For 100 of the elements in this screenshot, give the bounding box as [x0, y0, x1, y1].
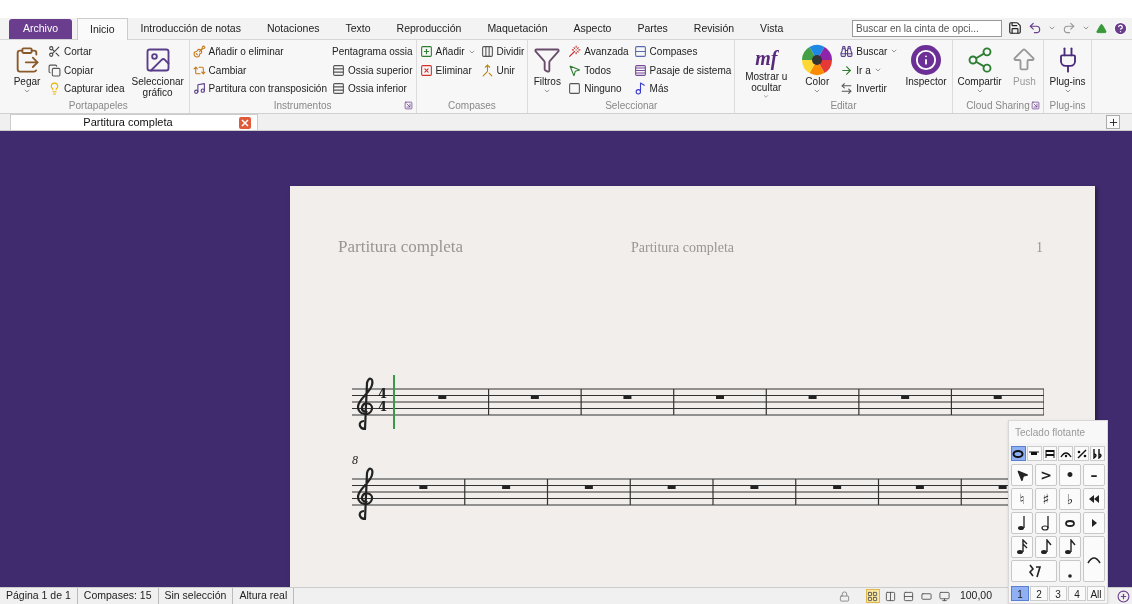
ribbon-button[interactable]: Filtros — [531, 42, 564, 100]
ribbon-button[interactable]: Inspector — [903, 42, 949, 100]
help-icon[interactable] — [1113, 20, 1128, 36]
file-menu-tab[interactable]: Archivo — [9, 19, 72, 39]
merge-icon — [480, 64, 494, 77]
zoom-in-icon[interactable] — [1117, 590, 1130, 603]
dialog-launcher-icon[interactable] — [403, 101, 413, 110]
ribbon-button[interactable]: Ninguno — [568, 79, 629, 98]
ribbon-tab[interactable]: Partes — [624, 19, 681, 39]
ribbon-button[interactable]: Seleccionar gráfico — [129, 42, 186, 100]
ribbon-button[interactable]: Añadir — [419, 42, 476, 61]
ribbon-tab[interactable]: Revisión — [680, 19, 748, 39]
view-mode-button[interactable] — [865, 589, 880, 603]
ribbon-button[interactable]: Invertir — [840, 79, 899, 98]
keypad-mode-tab[interactable] — [1011, 446, 1026, 461]
keypad-mode-tab[interactable] — [1090, 446, 1105, 461]
ribbon-button[interactable]: Ir a — [840, 60, 899, 80]
keypad-key[interactable]: ♭ — [1059, 488, 1081, 510]
new-tab-button[interactable] — [1106, 115, 1120, 129]
treble-clef-icon — [356, 467, 374, 520]
ribbon-button[interactable]: Color — [799, 42, 836, 100]
keypad-key[interactable] — [1083, 488, 1105, 510]
keypad-mode-tab[interactable] — [1042, 446, 1058, 461]
ribbon-button[interactable]: Ossia inferior — [332, 79, 413, 98]
ribbon-tab[interactable]: Maquetación — [474, 19, 561, 39]
guitar-icon — [192, 44, 206, 58]
ribbon-button[interactable]: Plug-ins — [1047, 42, 1088, 100]
view-mode-button[interactable] — [901, 589, 916, 603]
ribbon-button[interactable]: Pasaje de sistema — [633, 60, 732, 80]
ribbon-button[interactable]: mf Mostrar u ocultar — [738, 42, 795, 100]
keypad-key[interactable]: ♮ — [1011, 488, 1033, 510]
ribbon-button[interactable]: Ossia superior — [332, 60, 413, 80]
keypad-key[interactable]: – — [1083, 464, 1105, 486]
caret-icon[interactable] — [1082, 24, 1090, 32]
ribbon-group-label: Plug-ins — [1049, 98, 1086, 113]
ribbon-tab[interactable]: Introducción de notas — [127, 19, 254, 39]
ribbon-button[interactable]: Avanzada — [568, 42, 629, 61]
delete-bar-icon — [419, 64, 433, 77]
keypad-key[interactable]: • — [1059, 464, 1081, 486]
running-header: Partitura completa — [631, 239, 736, 257]
keypad-key[interactable] — [1011, 512, 1033, 534]
save-icon[interactable] — [1008, 21, 1022, 35]
keypad-key[interactable] — [1011, 464, 1033, 486]
keypad-key[interactable] — [1059, 536, 1081, 558]
view-mode-button[interactable] — [883, 589, 898, 603]
keypad-key[interactable] — [1059, 512, 1081, 534]
ribbon-tab[interactable]: Texto — [332, 19, 384, 39]
redo-icon[interactable] — [1062, 21, 1076, 35]
ribbon-button[interactable]: Cortar — [48, 42, 125, 61]
caret-icon — [23, 87, 31, 95]
beam-icon — [1044, 448, 1057, 459]
close-icon[interactable] — [239, 116, 251, 129]
ribbon-button[interactable]: Compartir — [955, 42, 1004, 100]
ribbon-button[interactable]: Buscar — [840, 42, 899, 61]
ribbon-button[interactable]: Capturar idea — [48, 79, 125, 98]
keypad-key[interactable]: > — [1035, 464, 1057, 486]
ribbon-tab[interactable]: Aspecto — [560, 19, 625, 39]
dialog-launcher-icon[interactable] — [1031, 101, 1041, 110]
collapse-ribbon-icon[interactable] — [1096, 22, 1107, 34]
keypad-layout-tab[interactable]: 2 — [1030, 586, 1048, 601]
view-mode-button[interactable] — [937, 589, 952, 603]
ribbon-button[interactable]: Cambiar — [192, 60, 327, 80]
ribbon-button[interactable]: Compases — [633, 42, 732, 61]
ribbon-button[interactable]: Todos — [568, 60, 629, 80]
caret-icon — [543, 87, 552, 95]
keypad-key[interactable] — [1035, 536, 1057, 558]
ribbon-button[interactable]: Más — [633, 79, 732, 98]
keypad-key[interactable] — [1035, 512, 1057, 534]
rests-icon — [1027, 563, 1041, 579]
ribbon-button[interactable]: Copiar — [48, 60, 125, 80]
ribbon-button[interactable]: Añadir o eliminar — [192, 42, 327, 61]
ribbon-tab[interactable]: Notaciones — [253, 19, 333, 39]
keypad-mode-tab[interactable] — [1074, 446, 1090, 461]
keypad-key[interactable] — [1011, 536, 1033, 558]
ribbon-button[interactable]: Pegar — [11, 42, 43, 100]
undo-icon[interactable] — [1028, 21, 1042, 35]
keypad-layout-tab[interactable]: 4 — [1068, 586, 1086, 601]
keypad-key[interactable] — [1083, 512, 1105, 534]
ribbon-button[interactable]: Unir — [480, 61, 525, 80]
keypad-mode-tab[interactable] — [1058, 446, 1074, 461]
keypad-mode-tab[interactable] — [1026, 446, 1042, 461]
double-flat-icon — [1091, 448, 1104, 459]
keypad-layout-tab[interactable]: All — [1087, 586, 1105, 601]
status-text: Compases: 15 — [77, 588, 159, 604]
ribbon-tab[interactable]: Vista — [747, 19, 797, 39]
keypad-key[interactable] — [1011, 560, 1057, 582]
zoom-level[interactable]: 100,00 — [959, 588, 992, 604]
ribbon-button[interactable]: Eliminar — [419, 61, 476, 80]
ribbon-tab[interactable]: Reproducción — [383, 19, 475, 39]
ribbon-button[interactable]: Dividir — [480, 42, 525, 61]
keypad-layout-tab[interactable]: 3 — [1049, 586, 1067, 601]
caret-icon[interactable] — [1048, 24, 1056, 32]
ribbon-search-field[interactable]: Buscar en la cinta de opci... — [852, 19, 1002, 37]
keypad-key[interactable]: ♯ — [1035, 488, 1057, 510]
keypad-layout-tab[interactable]: 1 — [1011, 586, 1029, 601]
ribbon-tab[interactable]: Inicio — [77, 18, 128, 40]
ribbon-button[interactable]: Partitura con transposición — [192, 79, 327, 98]
music-note-icon — [192, 82, 206, 96]
ribbon-button[interactable]: Pentagrama ossia — [332, 42, 413, 61]
document-tab[interactable]: Partitura completa — [10, 114, 258, 130]
